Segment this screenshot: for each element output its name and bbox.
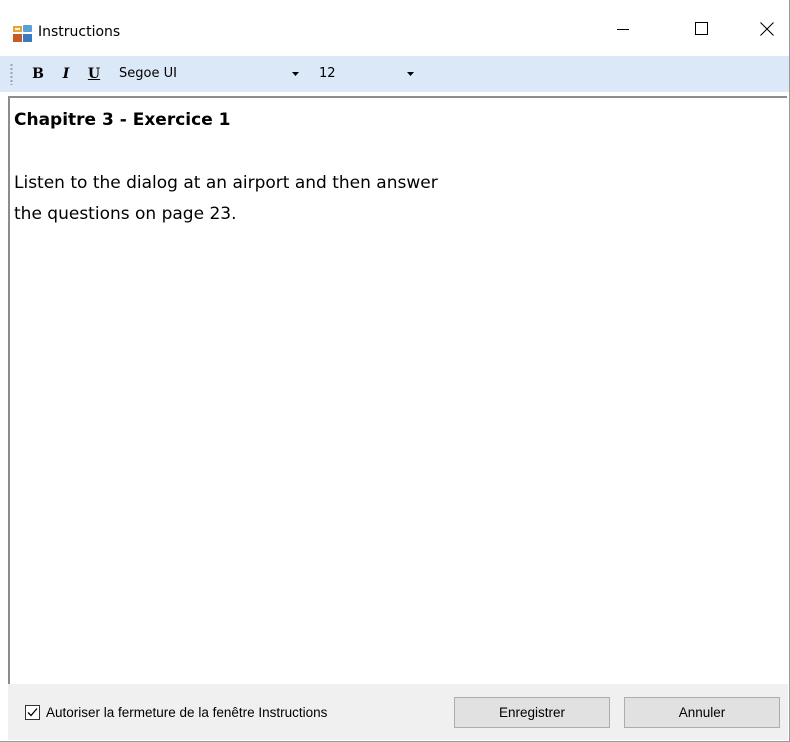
cancel-button[interactable]: Annuler (624, 697, 780, 728)
maximize-icon (694, 22, 708, 40)
minimize-icon (617, 22, 629, 40)
document-heading: Chapitre 3 - Exercice 1 (14, 110, 231, 130)
close-button[interactable] (744, 8, 790, 54)
toolbar-grip[interactable] (10, 63, 13, 85)
font-size-value: 12 (319, 66, 336, 81)
instructions-editor[interactable]: Chapitre 3 - Exercice 1 Listen to the di… (8, 96, 787, 684)
chevron-down-icon (290, 64, 300, 84)
font-family-value: Segoe UI (119, 66, 177, 81)
underline-button[interactable]: U (84, 64, 104, 84)
window-title: Instructions (38, 24, 121, 40)
title-bar[interactable]: Instructions (0, 0, 789, 56)
chevron-down-icon (405, 64, 415, 84)
font-size-dropdown[interactable]: 12 (312, 64, 417, 84)
bold-button[interactable]: B (28, 64, 48, 84)
save-button[interactable]: Enregistrer (454, 697, 610, 728)
instructions-app-icon (13, 25, 33, 43)
allow-close-label[interactable]: Autoriser la fermeture de la fenêtre Ins… (46, 705, 327, 720)
maximize-button[interactable] (678, 8, 724, 54)
dialog-footer: Autoriser la fermeture de la fenêtre Ins… (8, 684, 788, 740)
allow-close-checkbox[interactable] (25, 705, 40, 720)
minimize-button[interactable] (600, 8, 646, 54)
instructions-window: Instructions B I U Segoe UI 12 Chapitre … (0, 0, 790, 742)
font-family-dropdown[interactable]: Segoe UI (112, 64, 302, 84)
close-icon (760, 21, 774, 41)
checkmark-icon (27, 708, 38, 717)
formatting-toolbar: B I U Segoe UI 12 (0, 56, 789, 92)
document-line: Listen to the dialog at an airport and t… (14, 173, 438, 193)
italic-button[interactable]: I (56, 64, 76, 84)
document-line: the questions on page 23. (14, 204, 237, 224)
